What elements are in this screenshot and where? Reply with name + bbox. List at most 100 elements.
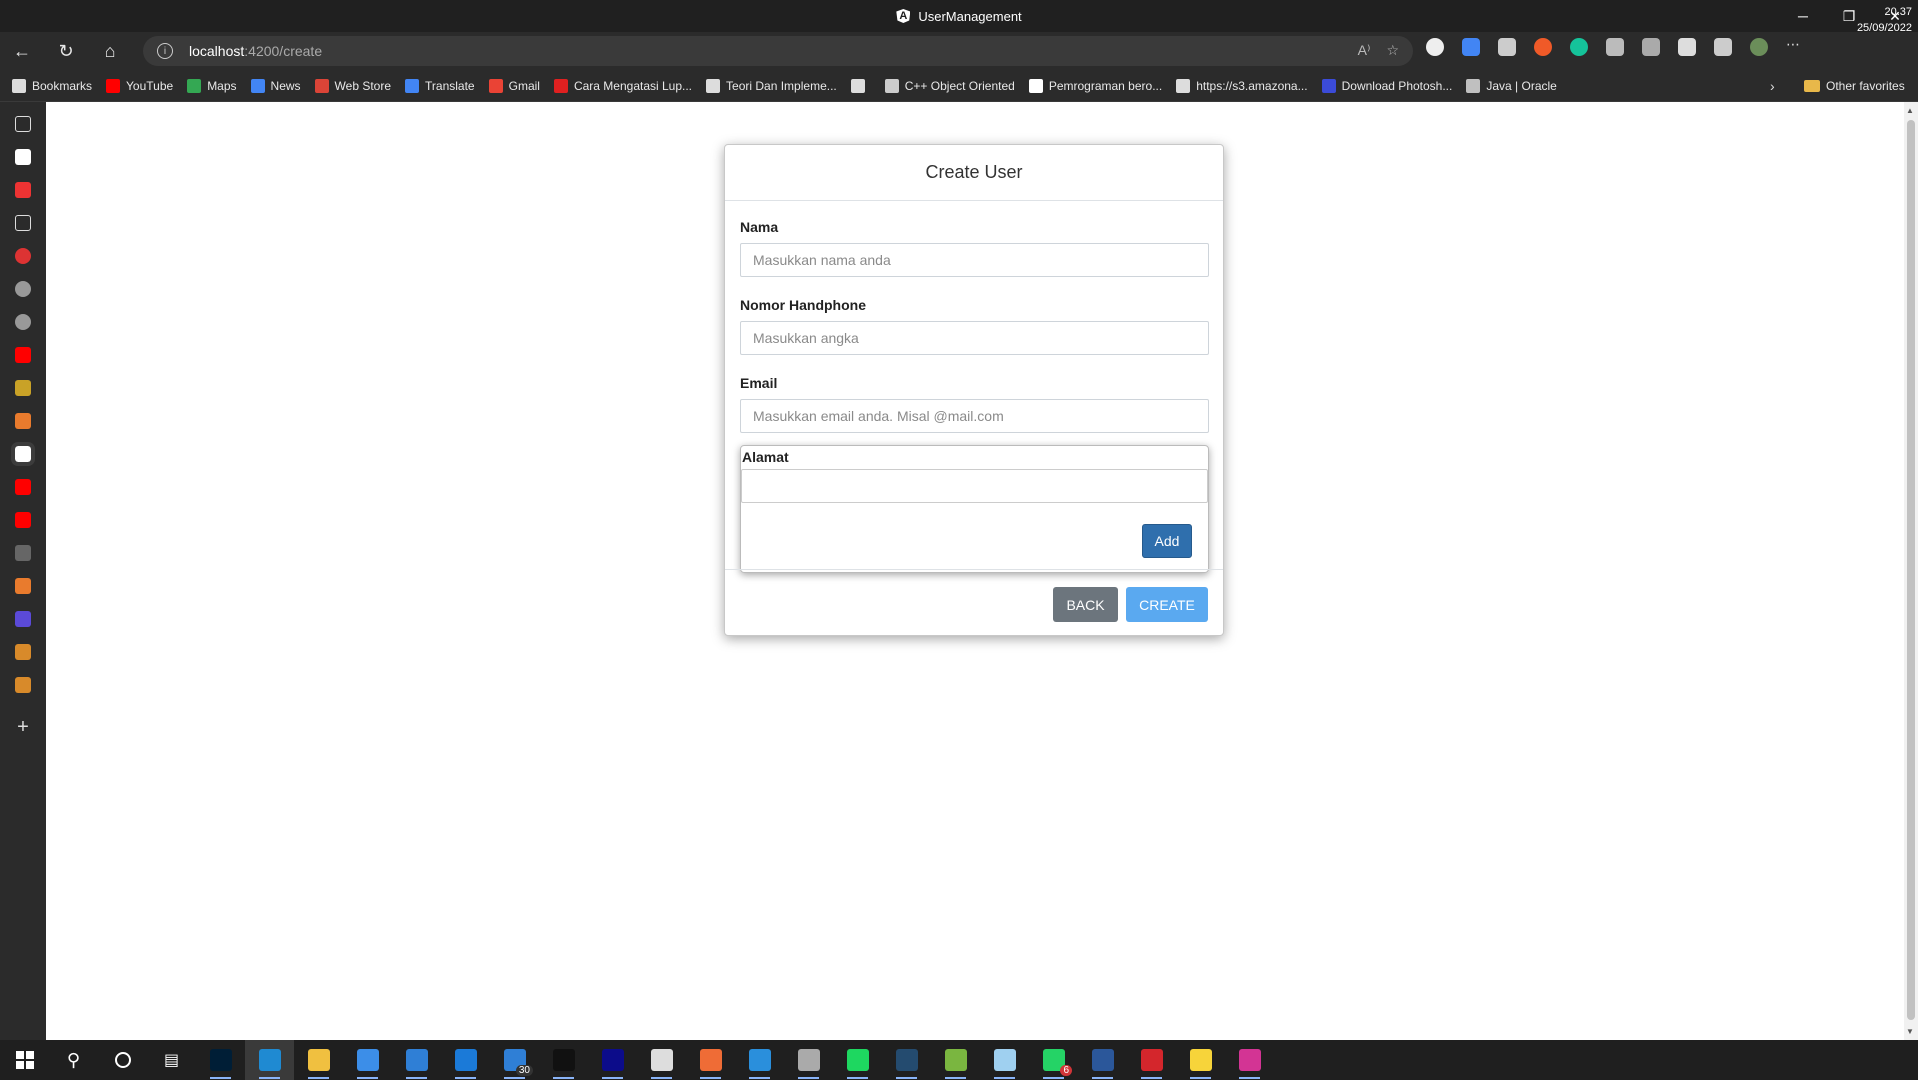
add-sidebar-icon[interactable]: + [17,716,29,739]
bookmark-item[interactable]: Web Store [314,78,391,93]
extension-icon[interactable] [1426,38,1444,56]
google-sidebar-icon[interactable] [15,281,31,297]
taskbar-mysql-workbench-icon[interactable] [882,1040,931,1080]
github-sidebar-icon[interactable] [15,314,31,330]
bookmark-item[interactable]: Teori Dan Impleme... [706,78,837,93]
taskbar-app2-icon[interactable] [980,1040,1029,1080]
minimize-icon[interactable]: ─ [1780,0,1826,32]
angular-active-sidebar-icon[interactable] [11,442,35,466]
tab-panel-icon[interactable] [15,116,31,132]
email-input[interactable] [740,399,1209,433]
taskbar-vscode-icon[interactable] [735,1040,784,1080]
bookmark-item[interactable]: Java | Oracle [1466,78,1557,93]
phone-input[interactable] [740,321,1209,355]
scrollbar-thumb[interactable] [1907,120,1915,1020]
scroll-down-icon[interactable]: ▼ [1906,1027,1914,1036]
java-sidebar-icon[interactable] [15,578,31,594]
task-view-icon[interactable]: ▤ [147,1040,196,1080]
taskbar-mail-icon[interactable] [392,1040,441,1080]
word-icon [1091,1049,1114,1071]
bookmark-item[interactable]: News [250,78,301,93]
tab-actions-icon[interactable] [1642,38,1660,56]
app-sidebar-icon[interactable] [15,677,31,693]
favorites-icon[interactable] [1714,38,1732,56]
collections-icon[interactable] [1606,38,1624,56]
bookmark-favicon-icon [314,78,329,93]
android-studio-icon [944,1049,967,1071]
more-menu-icon[interactable]: ⋯ [1786,37,1804,56]
youtube-sidebar-icon[interactable] [15,512,31,528]
taskbar-file-explorer-icon[interactable] [294,1040,343,1080]
translate-extension-icon[interactable] [1462,38,1480,56]
taskbar-settings-icon[interactable] [637,1040,686,1080]
create-button[interactable]: CREATE [1126,587,1208,622]
nama-input[interactable] [740,243,1209,277]
app-sidebar-icon[interactable] [15,545,31,561]
bookmark-item[interactable]: YouTube [106,78,173,93]
hackerrank-sidebar-icon[interactable] [15,611,31,627]
bookmark-item[interactable]: https://s3.amazona... [1176,78,1308,93]
bookmark-item[interactable] [850,78,871,93]
taskbar-word-icon[interactable] [1078,1040,1127,1080]
add-favorite-icon[interactable]: ☆ [1386,42,1399,59]
home-icon[interactable]: ⌂ [88,32,132,70]
bookmark-item[interactable]: Bookmarks [12,78,92,93]
screenshot-extension-icon[interactable] [1498,38,1516,56]
taskbar-postman-icon[interactable] [686,1040,735,1080]
site-info-icon[interactable]: i [157,43,173,59]
page-sidebar-icon[interactable] [15,215,31,231]
taskbar-edge-icon[interactable] [245,1040,294,1080]
bookmark-item[interactable]: Pemrograman bero... [1028,78,1162,93]
profile-avatar-icon[interactable] [1750,38,1768,56]
youtube-sidebar-icon[interactable] [15,347,31,363]
bookmark-item[interactable]: Download Photosh... [1321,78,1452,93]
bookmark-item[interactable]: Maps [187,78,237,93]
angular-red-sidebar-icon[interactable] [15,248,31,264]
cortana-icon[interactable] [98,1040,147,1080]
add-alamat-button[interactable]: Add [1142,524,1192,558]
taskbar-photoshop-icon[interactable] [196,1040,245,1080]
taskbar-notion-icon[interactable] [588,1040,637,1080]
taskbar-intellij-icon[interactable] [1225,1040,1274,1080]
taskbar-spotify-icon[interactable] [833,1040,882,1080]
bookmark-favicon-icon [106,78,121,93]
alamat-input[interactable] [741,469,1208,503]
bookmarks-overflow-chevron-icon[interactable]: › [1770,78,1775,94]
read-aloud-icon[interactable]: A⁾ [1358,42,1371,59]
taskbar-android-studio-icon[interactable] [931,1040,980,1080]
back-button[interactable]: BACK [1053,587,1118,622]
taskbar-vm-icon[interactable] [784,1040,833,1080]
address-bar[interactable]: i localhost:4200/create A⁾ ☆ [143,36,1413,66]
bookmark-item[interactable]: Cara Mengatasi Lup... [553,78,692,93]
taskbar-acrobat-icon[interactable] [1127,1040,1176,1080]
angular-sidebar-icon[interactable] [15,149,31,165]
grammarly-extension-icon[interactable] [1570,38,1588,56]
book-sidebar-icon[interactable] [15,380,31,396]
pdf-sidebar-icon[interactable] [15,182,31,198]
bookmark-favicon-icon [187,78,202,93]
youtube-sidebar-icon[interactable] [15,479,31,495]
system-clock[interactable]: 20.37 25/09/2022 [1857,4,1912,36]
page-scrollbar[interactable]: ▲ ▼ [1904,102,1918,1040]
bookmark-favicon-icon [884,78,899,93]
bookmark-item[interactable]: C++ Object Oriented [884,78,1015,93]
refresh-icon[interactable]: ↻ [44,32,88,70]
taskbar-calendar-icon[interactable]: 30 [490,1040,539,1080]
taskbar-whatsapp-icon[interactable]: 6 [1029,1040,1078,1080]
bing-extension-icon[interactable] [1534,38,1552,56]
taskbar-sticky-notes-icon[interactable] [1176,1040,1225,1080]
other-favorites-folder[interactable]: Other favorites [1804,70,1905,102]
taskbar-app-icon[interactable] [441,1040,490,1080]
taskbar-terminal-icon[interactable] [539,1040,588,1080]
app-sidebar-icon[interactable] [15,644,31,660]
start-button[interactable] [0,1040,49,1080]
java-sidebar-icon[interactable] [15,413,31,429]
notification-badge: 30 [515,1065,533,1076]
extensions-puzzle-icon[interactable] [1678,38,1696,56]
back-arrow-icon[interactable]: ← [0,32,44,70]
taskbar-store-icon[interactable] [343,1040,392,1080]
bookmark-item[interactable]: Translate [405,78,475,93]
search-icon[interactable]: ⚲ [49,1040,98,1080]
bookmark-item[interactable]: Gmail [488,78,540,93]
scroll-up-icon[interactable]: ▲ [1906,106,1914,115]
